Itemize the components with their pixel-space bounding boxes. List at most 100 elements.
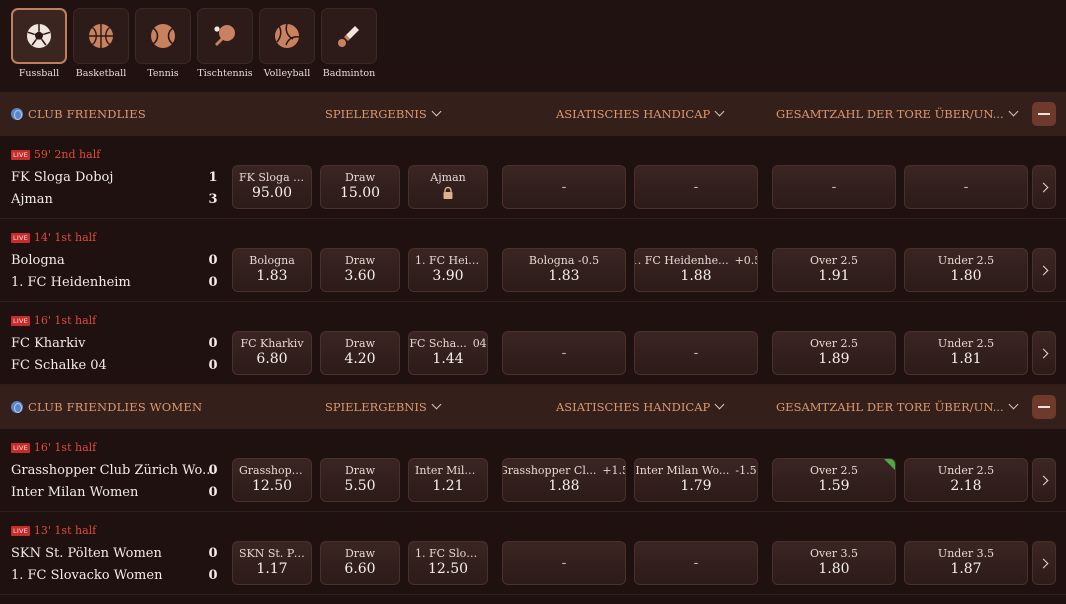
odds-button[interactable]: Under 2.5 1.81: [904, 331, 1028, 375]
odds-button[interactable]: Inter Milan Wo... -1.5 1.79: [634, 458, 758, 502]
odds-button[interactable]: Over 3.5 1.80: [772, 541, 896, 585]
basketball-icon: [73, 8, 129, 64]
live-badge: LIVE: [11, 315, 30, 326]
sport-tab-tennis[interactable]: Tennis: [135, 8, 191, 79]
home-team[interactable]: SKN St. Pölten Women: [11, 546, 162, 561]
collapse-league-button[interactable]: [1032, 102, 1056, 126]
odds-value: 1.89: [818, 351, 850, 367]
odds-button[interactable]: FK Sloga D... 95.00: [232, 165, 312, 209]
live-badge: LIVE: [11, 525, 30, 536]
odds-button[interactable]: Over 2.5 1.91: [772, 248, 896, 292]
home-score: 0: [208, 463, 218, 478]
odds-value: 12.50: [427, 561, 469, 577]
odds-button[interactable]: Bologna 1.83: [232, 248, 312, 292]
odds-value: 1.88: [680, 268, 712, 284]
sport-tab-basketball[interactable]: Basketball: [73, 8, 129, 79]
odds-button[interactable]: FC Scha... 04 1.44: [408, 331, 488, 375]
odds-button[interactable]: 1. FC Slova... 12.50: [408, 541, 488, 585]
sports-nav: Fussball Basketball Tennis Tischtennis Volle…: [0, 0, 1066, 92]
odds-value: 3.90: [432, 268, 464, 284]
odds-button[interactable]: Under 2.5 2.18: [904, 458, 1028, 502]
odds-unavailable: -: [693, 555, 699, 571]
market-label: GESAMTZAHL DER TORE ÜBER/UN...: [776, 400, 1004, 414]
odds-button[interactable]: Draw 15.00: [320, 165, 400, 209]
more-markets-button[interactable]: [1032, 458, 1056, 502]
odds-button[interactable]: -: [904, 165, 1028, 209]
odds-label: Grasshopper Cl...: [502, 464, 597, 477]
odds-button[interactable]: Draw 3.60: [320, 248, 400, 292]
away-team[interactable]: 1. FC Heidenheim: [11, 275, 131, 290]
sport-tab-fussball[interactable]: Fussball: [11, 8, 67, 79]
odds-button[interactable]: Draw 5.50: [320, 458, 400, 502]
market-dropdown[interactable]: ASIATISCHES HANDICAP: [556, 92, 725, 136]
odds-button[interactable]: Grasshopp... 12.50: [232, 458, 312, 502]
away-team[interactable]: FC Schalke 04: [11, 358, 107, 373]
market-dropdown[interactable]: ASIATISCHES HANDICAP: [556, 385, 725, 429]
odds-button[interactable]: SKN St. Pö... 1.17: [232, 541, 312, 585]
odds-button[interactable]: 1. FC Heid... 3.90: [408, 248, 488, 292]
collapse-league-button[interactable]: [1032, 395, 1056, 419]
more-markets-button[interactable]: [1032, 165, 1056, 209]
market-label: GESAMTZAHL DER TORE ÜBER/UN...: [776, 107, 1004, 121]
odds-button[interactable]: 1. FC Heidenhe... +0.5 1.88: [634, 248, 758, 292]
home-team[interactable]: Grasshopper Club Zürich Wo...: [11, 463, 215, 478]
volleyball-icon: [259, 8, 315, 64]
odds-unavailable: -: [561, 555, 567, 571]
odds-label: Over 2.5: [810, 254, 858, 267]
odds-label: Under 2.5: [937, 337, 995, 350]
odds-button[interactable]: Under 3.5 1.87: [904, 541, 1028, 585]
away-team[interactable]: Inter Milan Women: [11, 485, 138, 500]
more-markets-button[interactable]: [1032, 331, 1056, 375]
odds-button[interactable]: -: [502, 165, 626, 209]
market-label: SPIELERGEBNIS: [325, 107, 427, 121]
odds-line: +0.5: [734, 254, 757, 267]
market-dropdown[interactable]: GESAMTZAHL DER TORE ÜBER/UN...: [776, 385, 1019, 429]
market-dropdown[interactable]: SPIELERGEBNIS: [325, 92, 442, 136]
odds-unavailable: -: [963, 179, 969, 195]
odds-button[interactable]: -: [772, 165, 896, 209]
odds-button[interactable]: Inter Milan... 1.21: [408, 458, 488, 502]
more-markets-button[interactable]: [1032, 541, 1056, 585]
away-team[interactable]: 1. FC Slovacko Women: [11, 568, 162, 583]
sport-tab-badminton[interactable]: Badminton: [321, 8, 377, 79]
odds-value: 1.80: [950, 268, 982, 284]
odds-button[interactable]: -: [502, 331, 626, 375]
chevron-down-icon: [1008, 399, 1019, 410]
sport-tab-volleyball[interactable]: Volleyball: [259, 8, 315, 79]
home-team[interactable]: FC Kharkiv: [11, 336, 86, 351]
odds-label: Grasshopp...: [239, 464, 310, 477]
market-dropdown[interactable]: SPIELERGEBNIS: [325, 385, 442, 429]
odds-button[interactable]: Draw 4.20: [320, 331, 400, 375]
home-team[interactable]: Bologna: [11, 253, 65, 268]
odds-label: FC Scha...: [409, 337, 467, 350]
soccer-ball-icon: [11, 8, 67, 64]
away-team[interactable]: Ajman: [11, 192, 53, 207]
odds-button[interactable]: Under 2.5 1.80: [904, 248, 1028, 292]
odds-button[interactable]: -: [502, 541, 626, 585]
odds-button[interactable]: Over 2.5 1.89: [772, 331, 896, 375]
sport-tab-tischtennis[interactable]: Tischtennis: [197, 8, 253, 79]
odds-button[interactable]: -: [634, 165, 758, 209]
odds-button[interactable]: Grasshopper Cl... +1.5 1.88: [502, 458, 626, 502]
away-score: 0: [208, 275, 218, 290]
odds-button[interactable]: -: [634, 331, 758, 375]
odds-button[interactable]: Bologna -0.5 1.83: [502, 248, 626, 292]
odds-label: Draw: [344, 547, 376, 560]
odds-button[interactable]: Over 2.5 1.59: [772, 458, 896, 502]
globe-icon: [11, 108, 23, 120]
home-team[interactable]: FK Sloga Doboj: [11, 170, 113, 185]
odds-button[interactable]: Ajman: [408, 165, 488, 209]
odds-value: 1.88: [548, 478, 580, 494]
odds-value: 3.60: [344, 268, 376, 284]
match-status: LIVE 16' 1st half: [11, 441, 96, 454]
odds-button[interactable]: FC Kharkiv 6.80: [232, 331, 312, 375]
odds-label: 1. FC Heid...: [415, 254, 486, 267]
more-markets-button[interactable]: [1032, 248, 1056, 292]
odds-label: 1. FC Slova...: [415, 547, 487, 560]
live-badge: LIVE: [11, 149, 30, 160]
odds-value: 12.50: [251, 478, 293, 494]
odds-unavailable: -: [693, 179, 699, 195]
odds-button[interactable]: -: [634, 541, 758, 585]
market-dropdown[interactable]: GESAMTZAHL DER TORE ÜBER/UN...: [776, 92, 1019, 136]
odds-button[interactable]: Draw 6.60: [320, 541, 400, 585]
